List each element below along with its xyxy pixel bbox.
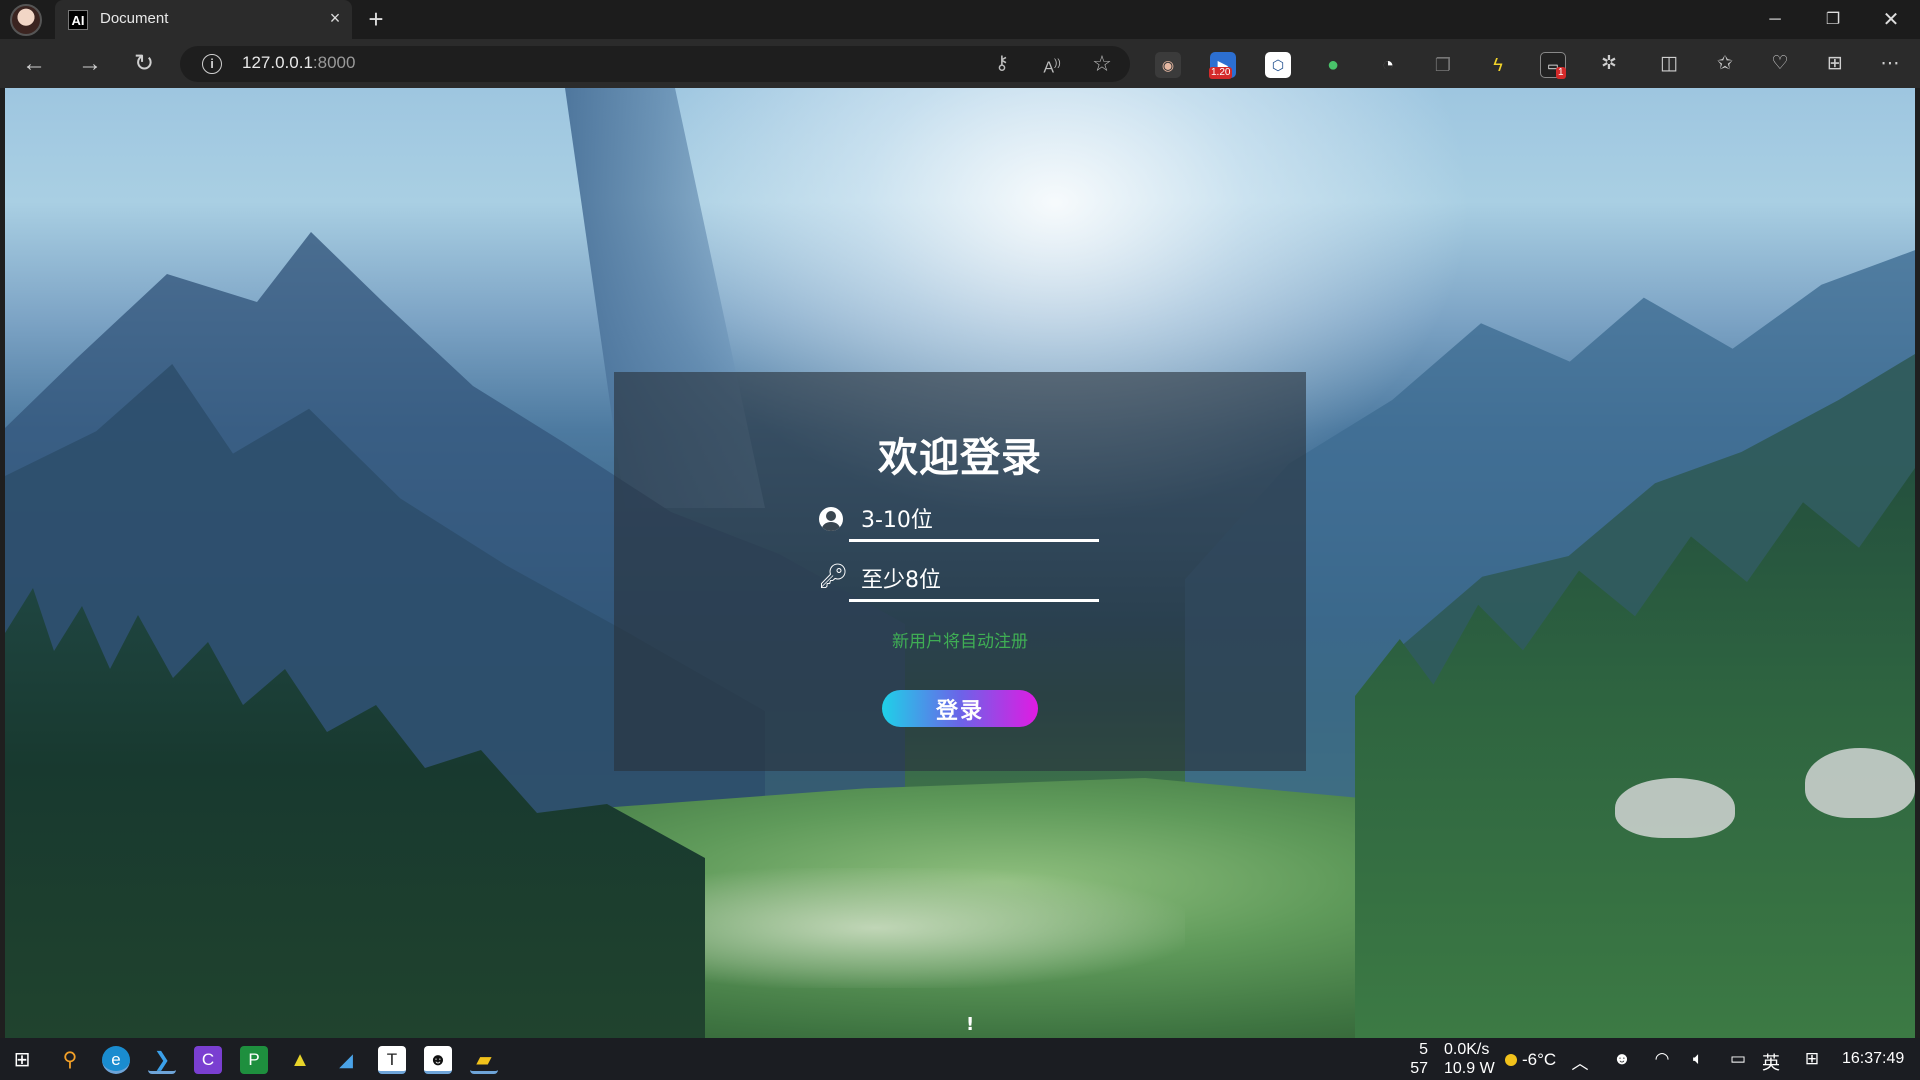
- input-method-indicator[interactable]: 英: [1762, 1049, 1780, 1075]
- username-input[interactable]: [849, 502, 1099, 542]
- windows-start-icon[interactable]: ⊞: [8, 1046, 36, 1074]
- back-button[interactable]: ←: [18, 49, 50, 79]
- window-close-button[interactable]: ✕: [1868, 6, 1914, 34]
- typora-icon[interactable]: T: [378, 1046, 406, 1074]
- edge-browser-icon[interactable]: e: [102, 1046, 130, 1074]
- pycharm-icon[interactable]: P: [240, 1046, 268, 1074]
- qq-icon[interactable]: ☻: [424, 1046, 452, 1074]
- file-explorer-icon[interactable]: ▰: [470, 1046, 498, 1074]
- app-yellow-icon[interactable]: ▲: [286, 1046, 314, 1074]
- login-button[interactable]: 登录: [882, 690, 1038, 727]
- password-input[interactable]: [849, 562, 1099, 602]
- tray-overflow-chevron-icon[interactable]: ︿: [1568, 1049, 1592, 1074]
- tray-net-bottom: 57: [1410, 1060, 1428, 1077]
- app-blue-icon[interactable]: ◢: [332, 1046, 360, 1074]
- tray-qq-icon[interactable]: ☻: [1610, 1049, 1634, 1069]
- site-info-icon[interactable]: i: [202, 54, 222, 74]
- tray-net-speed: 0.0K/s: [1444, 1041, 1490, 1058]
- tab-favicon-icon: AI: [68, 10, 88, 30]
- pikachu-extension-icon[interactable]: ϟ: [1485, 52, 1511, 78]
- tray-power-usage: 10.9 W: [1444, 1060, 1495, 1077]
- screen-extension-badge: 1: [1556, 67, 1566, 79]
- split-screen-icon[interactable]: ◫: [1657, 52, 1681, 76]
- exclamation-mark: !: [966, 1014, 975, 1035]
- vscode-icon[interactable]: ❯: [148, 1046, 176, 1074]
- key-icon: 🔑︎: [818, 563, 849, 590]
- copy-extension-icon[interactable]: ❐: [1430, 52, 1456, 78]
- tray-temperature[interactable]: -6°C: [1522, 1050, 1556, 1070]
- window-restore-button[interactable]: ❐: [1810, 6, 1856, 34]
- profile-avatar[interactable]: [10, 4, 42, 36]
- auto-register-hint: 新用户将自动注册: [892, 632, 1028, 652]
- gauge-extension-icon[interactable]: ◔: [1375, 52, 1401, 78]
- read-aloud-icon[interactable]: A)): [1040, 52, 1064, 76]
- user-icon: [819, 507, 843, 531]
- browser-essentials-icon[interactable]: ♡: [1768, 52, 1792, 76]
- tab-title: Document: [100, 10, 169, 27]
- wifi-icon[interactable]: ◠: [1650, 1049, 1674, 1069]
- tray-clock[interactable]: 16:37:49: [1842, 1050, 1904, 1068]
- favorite-star-icon[interactable]: ☆: [1090, 52, 1114, 76]
- color-extension-icon[interactable]: ●: [1320, 52, 1346, 78]
- window-minimize-button[interactable]: ─: [1752, 6, 1798, 34]
- cube-extension-icon[interactable]: ⬡: [1265, 52, 1291, 78]
- rock-illustration: [1805, 748, 1915, 818]
- ime-mode-icon[interactable]: ⊞: [1800, 1049, 1824, 1069]
- weather-sun-icon[interactable]: [1505, 1054, 1517, 1066]
- url-port: :8000: [312, 53, 356, 72]
- rock-illustration: [1615, 778, 1735, 838]
- search-icon[interactable]: ⚲: [56, 1046, 84, 1074]
- reload-button[interactable]: ↻: [128, 49, 160, 79]
- password-key-icon[interactable]: ⚷: [990, 52, 1014, 76]
- tray-net-top: 5: [1419, 1041, 1428, 1058]
- forward-button[interactable]: →: [74, 49, 106, 79]
- url-text[interactable]: 127.0.0.1:8000: [242, 53, 355, 73]
- user-icon-body: [822, 522, 840, 531]
- owl-extension-icon[interactable]: ◉: [1155, 52, 1181, 78]
- collections-icon[interactable]: ⊞: [1823, 52, 1847, 76]
- tab-close-icon[interactable]: ×: [325, 8, 345, 29]
- user-icon-head: [826, 511, 836, 521]
- login-title: 欢迎登录: [878, 435, 1042, 481]
- url-host: 127.0.0.1: [242, 53, 313, 72]
- app-purple-icon[interactable]: C: [194, 1046, 222, 1074]
- new-tab-button[interactable]: +: [364, 4, 388, 35]
- volume-icon[interactable]: 🔈︎: [1686, 1049, 1710, 1069]
- more-menu-icon[interactable]: ⋯: [1878, 52, 1902, 76]
- battery-icon[interactable]: ▭: [1726, 1049, 1750, 1069]
- extensions-puzzle-icon[interactable]: ✲: [1597, 52, 1621, 76]
- video-speed-badge: 1.20: [1209, 67, 1233, 79]
- favorites-icon[interactable]: ✩: [1713, 52, 1737, 76]
